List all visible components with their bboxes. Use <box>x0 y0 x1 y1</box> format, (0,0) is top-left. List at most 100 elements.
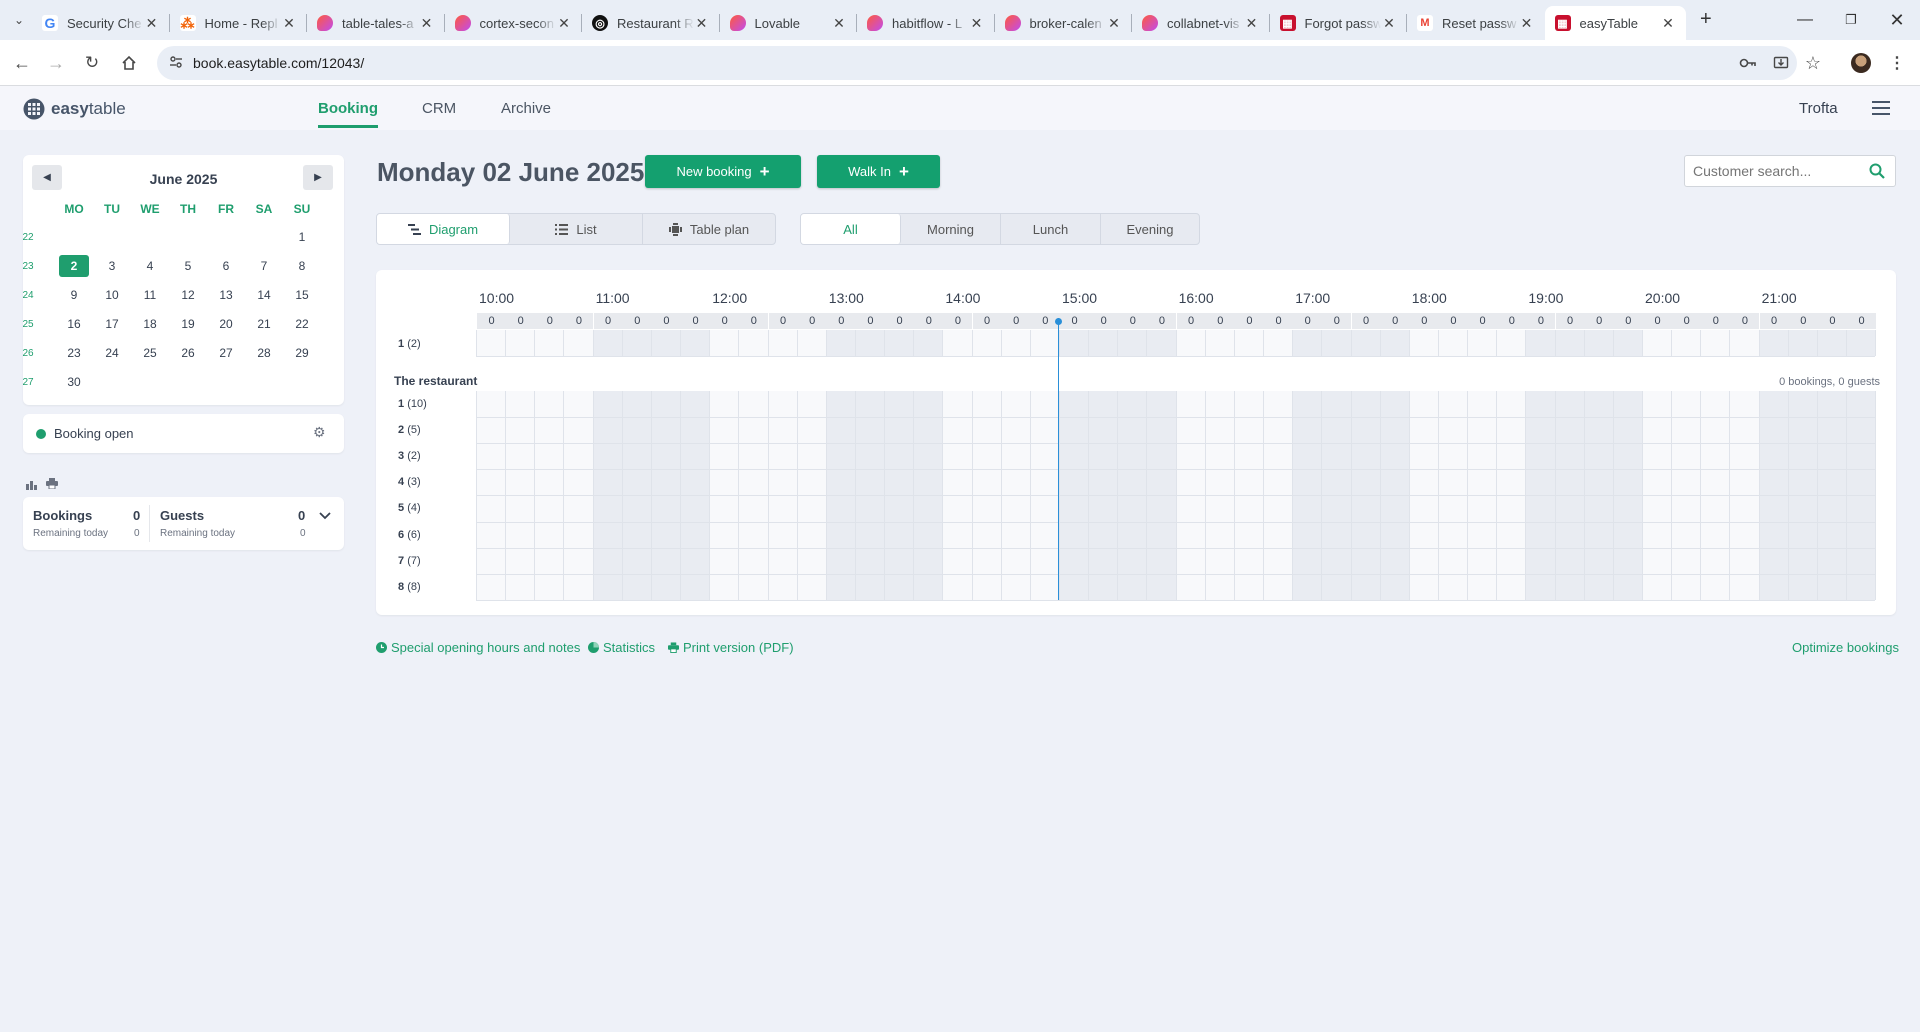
optimize-bookings-link[interactable]: Optimize bookings <box>1792 640 1899 655</box>
new-booking-button[interactable]: New booking + <box>645 155 801 188</box>
calendar-day[interactable]: 25 <box>135 342 165 364</box>
calendar-day[interactable]: 8 <box>287 255 317 277</box>
back-icon[interactable]: ← <box>7 48 37 78</box>
calendar-day[interactable]: 15 <box>287 284 317 306</box>
forward-icon[interactable]: → <box>41 48 71 78</box>
close-tab-icon[interactable]: ✕ <box>419 15 435 32</box>
close-tab-icon[interactable]: ✕ <box>144 15 160 32</box>
calendar-day[interactable]: 17 <box>97 313 127 335</box>
browser-tab[interactable]: ▦ easyTable ✕ <box>1544 6 1686 40</box>
next-month-button[interactable]: ▶ <box>303 165 333 190</box>
browser-tab[interactable]: ⁂ Home - Repl ✕ <box>170 6 308 40</box>
view-list[interactable]: List <box>510 214 643 244</box>
browser-tab[interactable]: habitflow - L ✕ <box>857 6 995 40</box>
browser-tab[interactable]: collabnet-vis ✕ <box>1132 6 1270 40</box>
minimize-button[interactable]: — <box>1782 6 1828 34</box>
nav-archive[interactable]: Archive <box>501 100 551 117</box>
easytable-logo[interactable]: easytable <box>23 98 126 120</box>
calendar-day[interactable]: 3 <box>97 255 127 277</box>
calendar-day[interactable]: 22 <box>287 313 317 335</box>
calendar-day[interactable]: 26 <box>173 342 203 364</box>
table-row-label[interactable]: 4 (3) <box>398 476 421 488</box>
tab-search-icon[interactable]: ⌄ <box>4 5 34 35</box>
calendar-day[interactable]: 28 <box>249 342 279 364</box>
browser-tab[interactable]: ◎ Restaurant R ✕ <box>582 6 720 40</box>
calendar-day[interactable]: 24 <box>97 342 127 364</box>
calendar-day[interactable]: 6 <box>211 255 241 277</box>
table-row-label[interactable]: 8 (8) <box>398 581 421 593</box>
browser-menu-icon[interactable]: ⋮ <box>1882 48 1912 78</box>
browser-tab[interactable]: ▦ Forgot passw ✕ <box>1270 6 1408 40</box>
browser-tab[interactable]: M Reset passw ✕ <box>1407 6 1545 40</box>
hamburger-menu-icon[interactable] <box>1872 100 1890 119</box>
calendar-day[interactable]: 30 <box>59 371 89 393</box>
calendar-day[interactable]: 27 <box>211 342 241 364</box>
user-name[interactable]: Trofta <box>1799 100 1838 117</box>
period-evening[interactable]: Evening <box>1101 214 1199 244</box>
period-morning[interactable]: Morning <box>901 214 1001 244</box>
reload-icon[interactable]: ↻ <box>77 48 107 78</box>
browser-tab[interactable]: table-tales-a ✕ <box>307 6 445 40</box>
close-tab-icon[interactable]: ✕ <box>969 15 985 32</box>
calendar-day[interactable]: 12 <box>173 284 203 306</box>
home-icon[interactable] <box>114 48 144 78</box>
browser-tab[interactable]: broker-calen ✕ <box>995 6 1133 40</box>
calendar-day[interactable]: 7 <box>249 255 279 277</box>
profile-avatar[interactable] <box>1846 48 1876 78</box>
close-tab-icon[interactable]: ✕ <box>281 15 297 32</box>
close-tab-icon[interactable]: ✕ <box>1519 15 1535 32</box>
new-tab-button[interactable]: + <box>1700 8 1712 31</box>
close-tab-icon[interactable]: ✕ <box>1660 15 1676 32</box>
table-row-label[interactable]: 7 (7) <box>398 555 421 567</box>
calendar-day[interactable]: 9 <box>59 284 89 306</box>
chevron-down-icon[interactable] <box>319 507 331 523</box>
booking-settings-icon[interactable]: ⚙ <box>313 424 326 441</box>
calendar-day[interactable]: 5 <box>173 255 203 277</box>
calendar-day[interactable]: 29 <box>287 342 317 364</box>
calendar-day[interactable]: 10 <box>97 284 127 306</box>
table-row-label[interactable]: 2 (5) <box>398 424 421 436</box>
view-diagram[interactable]: Diagram <box>377 214 510 244</box>
close-window-button[interactable]: ✕ <box>1874 6 1920 34</box>
close-tab-icon[interactable]: ✕ <box>1381 15 1397 32</box>
walk-in-button[interactable]: Walk In + <box>817 155 940 188</box>
browser-tab[interactable]: Lovable ✕ <box>720 6 858 40</box>
statistics-link[interactable]: Statistics <box>588 640 655 655</box>
calendar-day[interactable]: 11 <box>135 284 165 306</box>
calendar-day[interactable]: 1 <box>287 226 317 248</box>
close-tab-icon[interactable]: ✕ <box>1106 15 1122 32</box>
calendar-day[interactable]: 21 <box>249 313 279 335</box>
calendar-day[interactable]: 19 <box>173 313 203 335</box>
bookmark-star-icon[interactable]: ☆ <box>1798 48 1828 78</box>
top-table-label[interactable]: 1 (2) <box>398 338 421 350</box>
table-row-label[interactable]: 6 (6) <box>398 529 421 541</box>
calendar-day[interactable]: 23 <box>59 342 89 364</box>
install-app-icon[interactable] <box>1766 48 1796 78</box>
view-table-plan[interactable]: Table plan <box>643 214 775 244</box>
calendar-day[interactable]: 20 <box>211 313 241 335</box>
print-icon[interactable] <box>46 477 58 492</box>
calendar-day[interactable]: 13 <box>211 284 241 306</box>
calendar-day-selected[interactable]: 2 <box>59 255 89 277</box>
address-bar[interactable]: book.easytable.com/12043/ <box>157 46 1797 80</box>
period-all[interactable]: All <box>801 214 901 244</box>
nav-crm[interactable]: CRM <box>422 100 456 117</box>
search-icon[interactable] <box>1869 163 1885 182</box>
close-tab-icon[interactable]: ✕ <box>1244 15 1260 32</box>
browser-tab[interactable]: G Security Che ✕ <box>32 6 170 40</box>
calendar-day[interactable]: 18 <box>135 313 165 335</box>
table-row-label[interactable]: 1 (10) <box>398 398 427 410</box>
special-hours-link[interactable]: Special opening hours and notes <box>376 640 580 655</box>
restore-button[interactable]: ❐ <box>1828 6 1874 34</box>
site-info-icon[interactable] <box>169 55 183 72</box>
password-key-icon[interactable] <box>1733 48 1763 78</box>
calendar-day[interactable]: 14 <box>249 284 279 306</box>
period-lunch[interactable]: Lunch <box>1001 214 1101 244</box>
print-pdf-link[interactable]: Print version (PDF) <box>668 640 794 655</box>
customer-search-input[interactable] <box>1685 156 1855 186</box>
table-row-label[interactable]: 3 (2) <box>398 450 421 462</box>
bar-chart-icon[interactable] <box>26 478 37 493</box>
close-tab-icon[interactable]: ✕ <box>831 15 847 32</box>
close-tab-icon[interactable]: ✕ <box>694 15 710 32</box>
browser-tab[interactable]: cortex-secon ✕ <box>445 6 583 40</box>
